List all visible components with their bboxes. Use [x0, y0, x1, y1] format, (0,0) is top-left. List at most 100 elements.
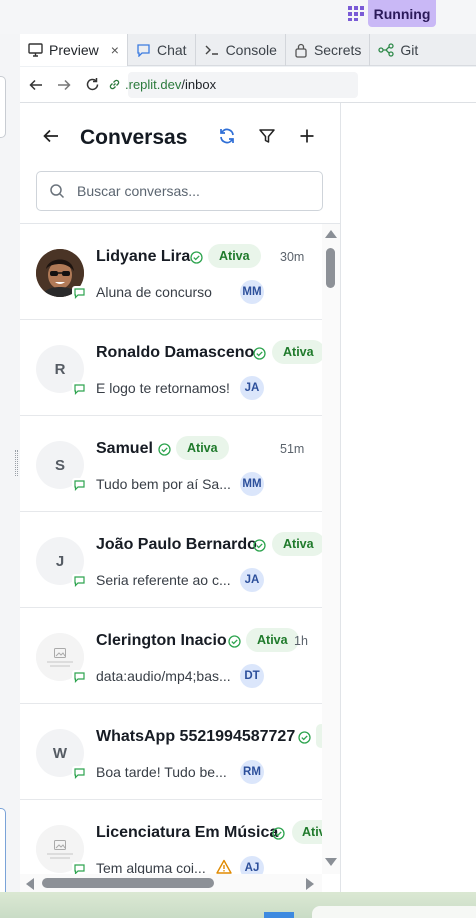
- message-preview: Seria referente ao c...: [96, 572, 231, 588]
- arrow-left-icon: [29, 79, 42, 90]
- message-preview: data:audio/mp4;bas...: [96, 668, 231, 684]
- tab-console[interactable]: Console: [196, 34, 286, 66]
- status-badge: Ativa: [272, 340, 322, 364]
- agent-badge: JA: [240, 376, 264, 400]
- horizontal-scrollbar[interactable]: [20, 874, 322, 892]
- status-badge: Ativa: [272, 532, 322, 556]
- tab-bar: Preview × Chat Console Secrets Git: [20, 34, 476, 66]
- scroll-down-icon[interactable]: [325, 858, 337, 866]
- scroll-left-icon[interactable]: [26, 878, 34, 890]
- message-preview: Boa tarde! Tudo be...: [96, 764, 227, 780]
- tab-git[interactable]: Git: [370, 34, 426, 66]
- windows-start-icon[interactable]: [264, 912, 294, 918]
- monitor-icon: [28, 43, 43, 57]
- contact-name: Ronaldo Damasceno: [96, 344, 255, 361]
- tab-label: Chat: [156, 42, 187, 58]
- message-preview: Tudo bem por aí Sa...: [96, 476, 231, 492]
- back-button[interactable]: [22, 71, 50, 99]
- agent-badge: RM: [240, 760, 264, 784]
- workspace-topbar: Running: [0, 0, 476, 34]
- agent-badge: AJ: [240, 856, 264, 874]
- search-input[interactable]: [77, 183, 297, 199]
- back-arrow-icon[interactable]: [42, 127, 60, 145]
- taskbar-search[interactable]: [312, 906, 476, 918]
- search-box: [36, 171, 323, 211]
- left-panel-card: [0, 76, 6, 138]
- whatsapp-channel-icon: [72, 382, 86, 396]
- whatsapp-channel-icon: [72, 574, 86, 588]
- conversation-item[interactable]: J João Paulo Bernardo Ativa Seria refere…: [20, 512, 322, 608]
- lock-icon: [295, 43, 307, 58]
- agent-badge: MM: [240, 280, 264, 304]
- refresh-icon[interactable]: [218, 127, 236, 145]
- tab-preview[interactable]: Preview ×: [20, 34, 128, 66]
- contact-name: Samuel: [96, 440, 153, 457]
- reload-button[interactable]: [78, 71, 106, 99]
- message-preview: Tem alguma coi...: [96, 860, 206, 874]
- check-circle-icon: [228, 635, 241, 648]
- tab-label: Preview: [49, 42, 99, 58]
- close-tab-icon[interactable]: ×: [111, 42, 119, 58]
- url-host: .replit.dev: [125, 77, 182, 92]
- status-badge: Ativa: [176, 436, 229, 460]
- tab-chat[interactable]: Chat: [128, 34, 196, 66]
- status-badge: Ativa: [246, 628, 299, 652]
- url-text[interactable]: .replit.dev/inbox: [108, 77, 216, 92]
- plus-icon[interactable]: [298, 127, 316, 145]
- contact-name: WhatsApp 5521994587727: [96, 728, 296, 745]
- status-badge: Ativ: [292, 820, 322, 844]
- tab-label: Secrets: [313, 42, 362, 58]
- timestamp: 30m: [280, 250, 305, 264]
- whatsapp-channel-icon: [72, 478, 86, 492]
- url-path: /inbox: [181, 77, 217, 92]
- check-circle-icon: [158, 443, 171, 456]
- conversation-item[interactable]: W WhatsApp 5521994587727 Boa tarde! Tudo…: [20, 704, 322, 800]
- conversation-item[interactable]: Lidyane Lira Ativa 30m Aluna de concurso…: [20, 224, 322, 320]
- timestamp: 1h: [294, 634, 308, 648]
- conversation-item[interactable]: R Ronaldo Damasceno Ativa E logo te reto…: [20, 320, 322, 416]
- terminal-icon: [205, 45, 218, 55]
- check-circle-icon: [253, 347, 266, 360]
- scroll-thumb[interactable]: [326, 248, 335, 288]
- forward-button[interactable]: [50, 71, 78, 99]
- page-title: Conversas: [80, 126, 188, 149]
- check-circle-icon: [253, 539, 266, 552]
- running-button[interactable]: Running: [368, 0, 436, 27]
- scroll-thumb[interactable]: [42, 878, 214, 888]
- resize-handle[interactable]: [15, 450, 18, 476]
- check-circle-icon: [298, 731, 311, 744]
- warning-icon: [216, 859, 232, 874]
- message-preview: E logo te retornamos!: [96, 380, 230, 396]
- agent-badge: DT: [240, 664, 264, 688]
- contact-name: João Paulo Bernardo: [96, 536, 257, 553]
- left-panel-edge: [0, 34, 20, 918]
- check-circle-icon: [272, 827, 285, 840]
- link-icon: [109, 79, 120, 90]
- whatsapp-channel-icon: [72, 862, 86, 874]
- scroll-right-icon[interactable]: [306, 878, 314, 890]
- conversation-item[interactable]: S Samuel Ativa 51m Tudo bem por aí Sa...…: [20, 416, 322, 512]
- whatsapp-channel-icon: [72, 670, 86, 684]
- conversation-list: Lidyane Lira Ativa 30m Aluna de concurso…: [20, 224, 322, 874]
- search-icon: [50, 184, 65, 199]
- timestamp: 51m: [280, 442, 305, 456]
- conversation-item[interactable]: Clerington Inacio Ativa 1h data:audio/mp…: [20, 608, 322, 704]
- contact-name: Lidyane Lira: [96, 248, 191, 265]
- url-bar: .replit.dev/inbox: [20, 67, 476, 103]
- scroll-up-icon[interactable]: [325, 230, 337, 238]
- arrow-right-icon: [58, 79, 71, 90]
- status-badge: Ativa: [208, 244, 261, 268]
- filter-icon[interactable]: [258, 127, 276, 145]
- run-icon[interactable]: [346, 4, 366, 22]
- panel-header: Conversas: [20, 103, 340, 173]
- git-icon: [378, 43, 395, 57]
- tab-secrets[interactable]: Secrets: [286, 34, 371, 66]
- tab-label: Git: [400, 42, 419, 58]
- conversation-item[interactable]: Licenciatura Em Música Ativ Tem alguma c…: [20, 800, 322, 874]
- chat-icon: [137, 44, 150, 57]
- vertical-scrollbar[interactable]: [322, 224, 340, 874]
- contact-name: Licenciatura Em Música: [96, 824, 279, 841]
- os-taskbar: [0, 892, 476, 918]
- whatsapp-channel-icon: [72, 766, 86, 780]
- reload-icon: [86, 78, 98, 91]
